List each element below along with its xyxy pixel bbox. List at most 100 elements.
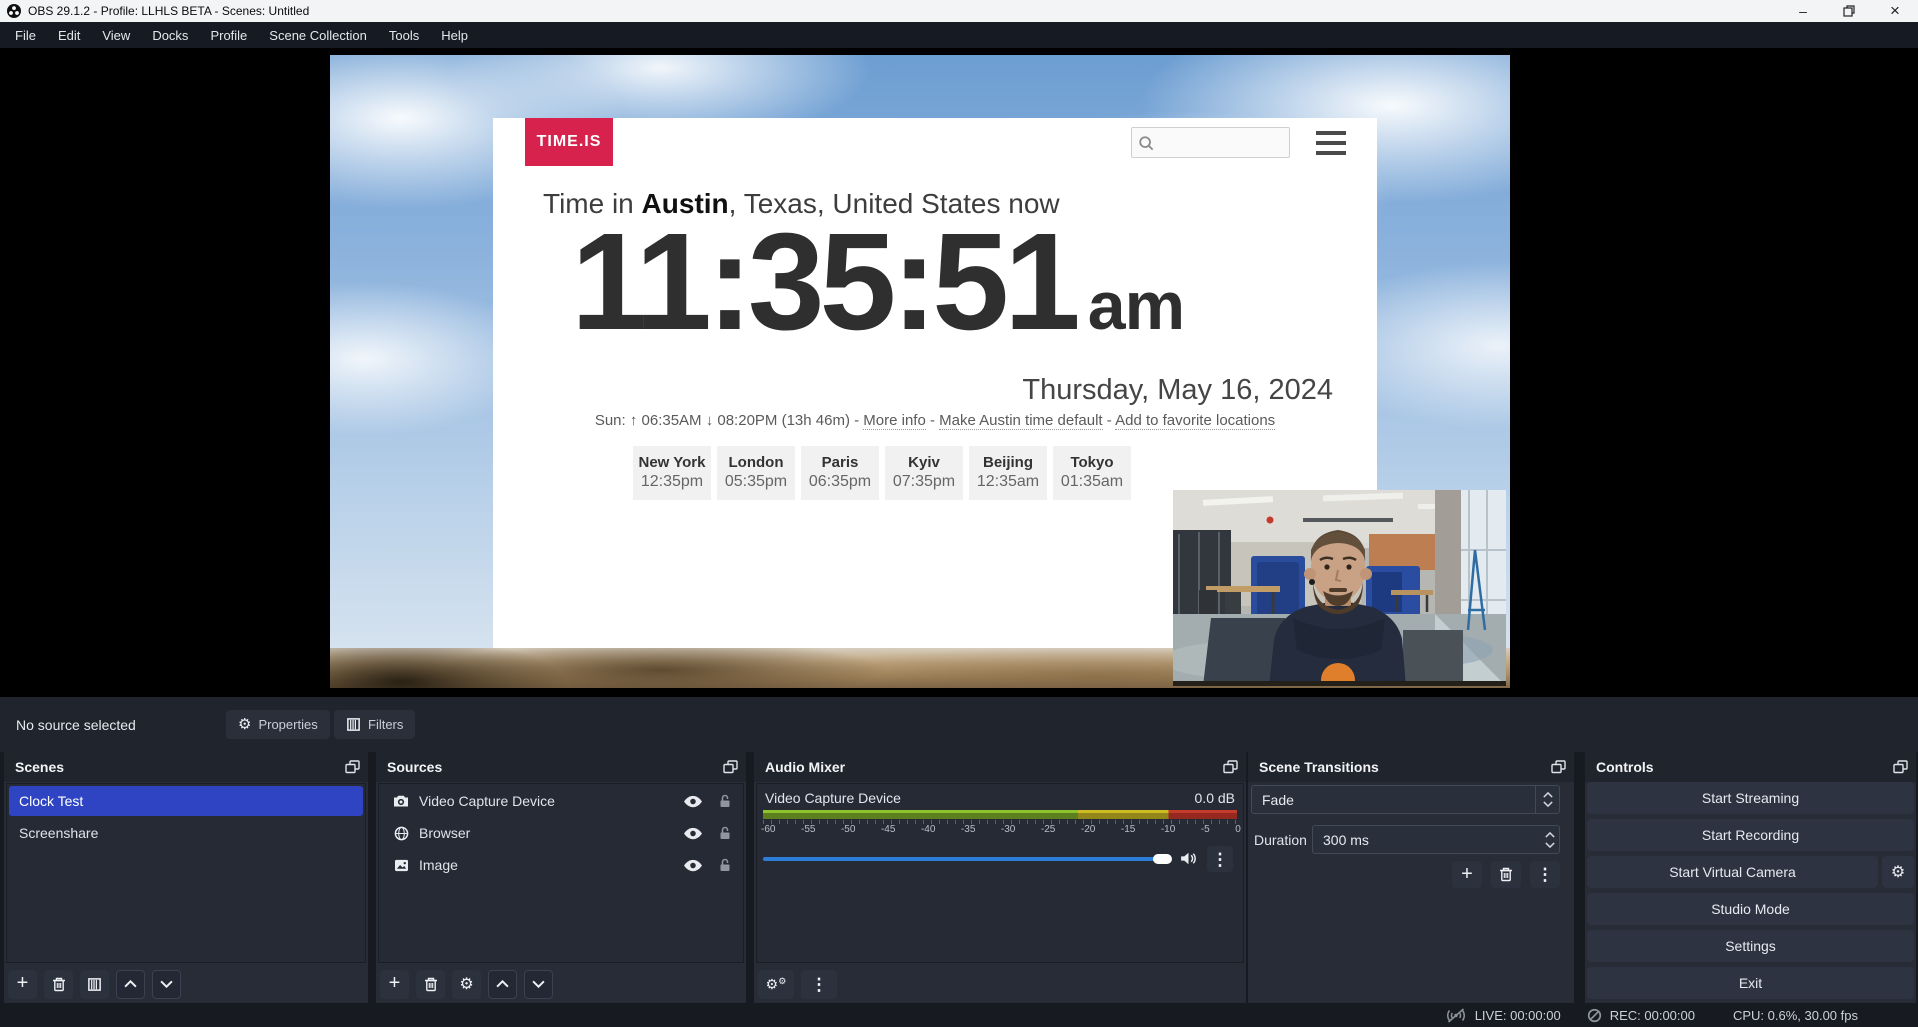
clock-time: 11:35:51 bbox=[571, 205, 1076, 359]
search-box bbox=[1131, 127, 1290, 158]
popout-icon[interactable] bbox=[1893, 760, 1908, 774]
controls-header[interactable]: Controls bbox=[1585, 752, 1916, 782]
meter-tick-labels: -60-55-50-45-40-35-30-25-20-15-10-50 bbox=[761, 824, 1241, 835]
filters-button[interactable]: Filters bbox=[334, 710, 415, 739]
audio-mixer-dock: Audio Mixer Video Capture Device 0.0 dB … bbox=[754, 752, 1246, 1003]
visibility-eye-icon[interactable] bbox=[683, 827, 703, 840]
current-date: Thursday, May 16, 2024 bbox=[1022, 374, 1333, 407]
spinner-arrows-icon[interactable] bbox=[1545, 826, 1555, 853]
speaker-icon[interactable] bbox=[1179, 851, 1198, 866]
properties-button[interactable]: ⚙ Properties bbox=[226, 710, 330, 739]
image-icon bbox=[391, 859, 411, 872]
visibility-eye-icon[interactable] bbox=[683, 859, 703, 872]
advanced-audio-button[interactable]: ⚙⚙ bbox=[758, 970, 794, 999]
virtual-camera-settings-button[interactable]: ⚙ bbox=[1882, 856, 1914, 888]
dock-row: Scenes Clock Test Screenshare + bbox=[0, 752, 1918, 1003]
favorite-locations-link: Add to favorite locations bbox=[1115, 412, 1275, 430]
volume-slider-handle[interactable] bbox=[1153, 854, 1172, 864]
source-status-text: No source selected bbox=[16, 717, 136, 733]
rec-timer: REC: 00:00:00 bbox=[1610, 1008, 1695, 1023]
remove-source-button[interactable] bbox=[416, 970, 445, 999]
globe-icon bbox=[391, 826, 411, 841]
lock-icon[interactable] bbox=[719, 858, 731, 872]
sources-dock: Sources Video Capture Device bbox=[376, 752, 746, 1003]
menu-tools[interactable]: Tools bbox=[378, 22, 430, 48]
duration-input[interactable]: 300 ms bbox=[1312, 825, 1560, 854]
filter-icon bbox=[346, 717, 361, 732]
mixer-level-db: 0.0 dB bbox=[1195, 790, 1235, 806]
mixer-channel: Video Capture Device 0.0 dB -60-55-50-45… bbox=[756, 783, 1244, 963]
remove-scene-button[interactable] bbox=[44, 970, 73, 999]
menu-help[interactable]: Help bbox=[430, 22, 479, 48]
obs-logo-icon bbox=[7, 4, 21, 18]
clock-ampm: am bbox=[1088, 268, 1184, 344]
source-item-video-capture[interactable]: Video Capture Device bbox=[381, 786, 741, 816]
search-input bbox=[1154, 135, 1274, 150]
minimize-button[interactable]: – bbox=[1780, 0, 1826, 22]
mixer-toolbar: ⚙⚙ ⋮ bbox=[758, 969, 837, 999]
move-scene-down-button[interactable] bbox=[152, 970, 181, 999]
restore-button[interactable] bbox=[1826, 0, 1872, 22]
live-timer: LIVE: 00:00:00 bbox=[1475, 1008, 1561, 1023]
move-source-up-button[interactable] bbox=[488, 970, 517, 999]
add-scene-button[interactable]: + bbox=[8, 970, 37, 999]
world-clock-tile: Paris06:35pm bbox=[801, 446, 879, 500]
settings-button[interactable]: Settings bbox=[1587, 930, 1914, 962]
combo-arrows-icon[interactable] bbox=[1535, 786, 1559, 813]
mixer-menu-button[interactable]: ⋮ bbox=[801, 970, 837, 999]
mixer-channel-menu-button[interactable]: ⋮ bbox=[1207, 846, 1233, 872]
popout-icon[interactable] bbox=[345, 760, 360, 774]
popout-icon[interactable] bbox=[723, 760, 738, 774]
add-transition-button[interactable]: + bbox=[1452, 861, 1482, 888]
transition-menu-button[interactable]: ⋮ bbox=[1530, 861, 1560, 888]
volume-meter-scale bbox=[763, 813, 1237, 819]
timeis-logo: TIME.IS bbox=[525, 118, 613, 166]
menu-view[interactable]: View bbox=[91, 22, 141, 48]
world-clock-tile: Kyiv07:35pm bbox=[885, 446, 963, 500]
sources-header[interactable]: Sources bbox=[376, 752, 746, 782]
sources-toolbar: + ⚙ bbox=[380, 969, 553, 999]
move-source-down-button[interactable] bbox=[524, 970, 553, 999]
hamburger-menu-icon bbox=[1316, 131, 1346, 155]
world-clocks: New York12:35pm London05:35pm Paris06:35… bbox=[633, 446, 1131, 500]
audio-mixer-header[interactable]: Audio Mixer bbox=[754, 752, 1246, 782]
webcam-scene bbox=[1173, 490, 1506, 686]
close-button[interactable]: × bbox=[1872, 0, 1918, 22]
menu-docks[interactable]: Docks bbox=[141, 22, 199, 48]
menu-scene-collection[interactable]: Scene Collection bbox=[258, 22, 378, 48]
move-scene-up-button[interactable] bbox=[116, 970, 145, 999]
world-clock-tile: London05:35pm bbox=[717, 446, 795, 500]
scenes-list: Clock Test Screenshare bbox=[6, 783, 366, 963]
lock-icon[interactable] bbox=[719, 794, 731, 808]
source-item-image[interactable]: Image bbox=[381, 850, 741, 880]
scene-item-clock-test[interactable]: Clock Test bbox=[9, 786, 363, 816]
remove-transition-button[interactable] bbox=[1491, 861, 1521, 888]
duration-label: Duration bbox=[1254, 832, 1307, 848]
digital-clock: 11:35:51am bbox=[571, 210, 1184, 355]
start-virtual-camera-button[interactable]: Start Virtual Camera bbox=[1587, 856, 1878, 888]
window-title: OBS 29.1.2 - Profile: LLHLS BETA - Scene… bbox=[28, 4, 309, 18]
start-recording-button[interactable]: Start Recording bbox=[1587, 819, 1914, 851]
transition-select[interactable]: Fade bbox=[1251, 785, 1560, 814]
scene-item-screenshare[interactable]: Screenshare bbox=[9, 818, 363, 848]
scenes-header[interactable]: Scenes bbox=[4, 752, 368, 782]
transitions-header[interactable]: Scene Transitions bbox=[1248, 752, 1574, 782]
studio-mode-button[interactable]: Studio Mode bbox=[1587, 893, 1914, 925]
popout-icon[interactable] bbox=[1223, 760, 1238, 774]
preview-canvas[interactable]: TIME.IS Time in Austin, Texas, United St… bbox=[330, 55, 1510, 688]
scene-filters-button[interactable] bbox=[80, 970, 109, 999]
scenes-toolbar: + bbox=[8, 969, 181, 999]
lock-icon[interactable] bbox=[719, 826, 731, 840]
exit-button[interactable]: Exit bbox=[1587, 967, 1914, 999]
source-item-browser[interactable]: Browser bbox=[381, 818, 741, 848]
menu-edit[interactable]: Edit bbox=[47, 22, 91, 48]
menu-profile[interactable]: Profile bbox=[199, 22, 258, 48]
preview-area: TIME.IS Time in Austin, Texas, United St… bbox=[0, 48, 1918, 697]
visibility-eye-icon[interactable] bbox=[683, 795, 703, 808]
start-streaming-button[interactable]: Start Streaming bbox=[1587, 782, 1914, 814]
popout-icon[interactable] bbox=[1551, 760, 1566, 774]
source-properties-button[interactable]: ⚙ bbox=[452, 970, 481, 999]
menu-file[interactable]: File bbox=[4, 22, 47, 48]
gear-icon: ⚙ bbox=[238, 717, 251, 732]
add-source-button[interactable]: + bbox=[380, 970, 409, 999]
